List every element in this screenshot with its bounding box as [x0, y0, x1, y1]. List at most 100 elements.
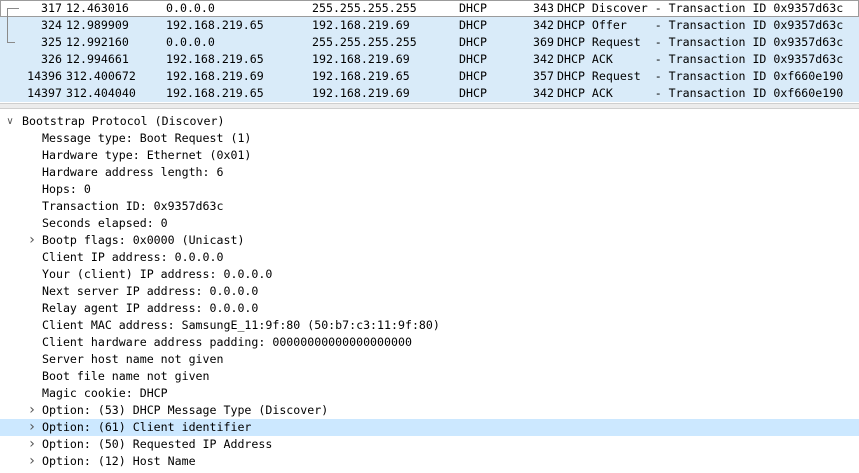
packet-protocol-cell: DHCP — [459, 18, 487, 32]
packet-info-cell: DHCP ACK - Transaction ID 0xf660e190 — [557, 86, 844, 100]
tree-item-field[interactable]: Your (client) IP address: 0.0.0.0 — [0, 266, 859, 283]
packet-number-cell: 324 — [41, 18, 62, 32]
tree-item-field[interactable]: › Option: (12) Host Name — [0, 453, 859, 470]
packet-info-cell: DHCP Request - Transaction ID 0x9357d63c — [557, 35, 844, 49]
packet-destination-cell: 192.168.219.69 — [312, 52, 410, 66]
tree-item-protocol[interactable]: ∨ Bootstrap Protocol (Discover) — [0, 113, 859, 130]
chevron-right-icon[interactable]: › — [26, 419, 38, 436]
pane-splitter[interactable] — [0, 103, 859, 109]
tree-item-label: Option: (53) DHCP Message Type (Discover… — [42, 403, 329, 417]
tree-item-label: Bootstrap Protocol (Discover) — [22, 114, 225, 128]
packet-protocol-cell: DHCP — [459, 1, 487, 15]
packet-source-cell: 192.168.219.69 — [166, 69, 264, 83]
packet-protocol-cell: DHCP — [459, 69, 487, 83]
tree-item-field[interactable]: › Bootp flags: 0x0000 (Unicast) — [0, 232, 859, 249]
packet-info-cell: DHCP Offer - Transaction ID 0x9357d63c — [557, 18, 844, 32]
packet-number-cell: 326 — [41, 52, 62, 66]
packet-source-cell: 192.168.219.65 — [166, 86, 264, 100]
tree-item-label: Message type: Boot Request (1) — [42, 131, 252, 145]
packet-row[interactable]: 14397 312.404040 192.168.219.65 192.168.219… — [0, 85, 859, 102]
tree-item-label: Seconds elapsed: 0 — [42, 216, 168, 230]
packet-list-pane[interactable]: 317 12.463016 0.0.0.0 255.255.255.255 DHCP 34… — [0, 0, 859, 103]
packet-protocol-cell: DHCP — [459, 35, 487, 49]
packet-row[interactable]: 324 12.989909 192.168.219.65 192.168.219.69… — [0, 17, 859, 34]
packet-number-cell: 14397 — [27, 86, 62, 100]
packet-time-cell: 12.992160 — [66, 35, 129, 49]
tree-item-field[interactable]: Client MAC address: SamsungE_11:9f:80 (5… — [0, 317, 859, 334]
packet-row[interactable]: 325 12.992160 0.0.0.0 255.255.255.255 DHCP 36… — [0, 34, 859, 51]
packet-row[interactable]: 14396 312.400672 192.168.219.69 192.168.219… — [0, 68, 859, 85]
conversation-bracket-tick — [7, 8, 19, 9]
packet-destination-cell: 192.168.219.65 — [312, 69, 410, 83]
tree-item-field[interactable]: Hardware type: Ethernet (0x01) — [0, 147, 859, 164]
tree-item-label: Hops: 0 — [42, 182, 91, 196]
tree-item-label: Boot file name not given — [42, 369, 210, 383]
chevron-right-icon[interactable]: › — [26, 402, 38, 419]
tree-item-field[interactable]: Client hardware address padding: 0000000… — [0, 334, 859, 351]
packet-length-cell: 343 — [533, 1, 554, 15]
packet-destination-cell: 192.168.219.69 — [312, 18, 410, 32]
packet-length-cell: 369 — [533, 35, 554, 49]
packet-row[interactable]: 326 12.994661 192.168.219.65 192.168.219.69… — [0, 51, 859, 68]
tree-item-label: Option: (12) Host Name — [42, 454, 196, 468]
packet-row-selected[interactable]: 317 12.463016 0.0.0.0 255.255.255.255 DHCP 34… — [0, 0, 859, 17]
conversation-bracket — [7, 8, 8, 42]
conversation-bracket-tick — [7, 42, 15, 43]
packet-protocol-cell: DHCP — [459, 52, 487, 66]
tree-item-field[interactable]: › Option: (50) Requested IP Address — [0, 436, 859, 453]
tree-item-field[interactable]: Next server IP address: 0.0.0.0 — [0, 283, 859, 300]
tree-item-label: Your (client) IP address: 0.0.0.0 — [42, 267, 273, 281]
tree-item-field[interactable]: Transaction ID: 0x9357d63c — [0, 198, 859, 215]
tree-item-label: Magic cookie: DHCP — [42, 386, 168, 400]
tree-item-field[interactable]: Relay agent IP address: 0.0.0.0 — [0, 300, 859, 317]
tree-item-field[interactable]: Server host name not given — [0, 351, 859, 368]
chevron-right-icon[interactable]: › — [26, 436, 38, 453]
packet-source-cell: 192.168.219.65 — [166, 52, 264, 66]
packet-source-cell: 192.168.219.65 — [166, 18, 264, 32]
tree-item-field[interactable]: Hops: 0 — [0, 181, 859, 198]
tree-item-field[interactable]: Message type: Boot Request (1) — [0, 130, 859, 147]
packet-details-pane[interactable]: ∨ Bootstrap Protocol (Discover) Message ty… — [0, 112, 859, 473]
tree-item-label: Hardware address length: 6 — [42, 165, 224, 179]
packet-length-cell: 342 — [533, 52, 554, 66]
tree-item-label: Option: (61) Client identifier — [42, 420, 252, 434]
tree-item-label: Client MAC address: SamsungE_11:9f:80 (5… — [42, 318, 440, 332]
tree-item-label: Client hardware address padding: 0000000… — [42, 335, 412, 349]
chevron-down-icon[interactable]: ∨ — [4, 113, 16, 130]
packet-length-cell: 342 — [533, 18, 554, 32]
tree-item-label: Bootp flags: 0x0000 (Unicast) — [42, 233, 245, 247]
tree-item-label: Server host name not given — [42, 352, 224, 366]
packet-destination-cell: 255.255.255.255 — [312, 35, 417, 49]
tree-item-label: Client IP address: 0.0.0.0 — [42, 250, 224, 264]
tree-item-field[interactable]: › Option: (61) Client identifier — [0, 419, 859, 436]
tree-item-label: Relay agent IP address: 0.0.0.0 — [42, 301, 259, 315]
packet-length-cell: 357 — [533, 69, 554, 83]
tree-item-label: Transaction ID: 0x9357d63c — [42, 199, 224, 213]
chevron-right-icon[interactable]: › — [26, 453, 38, 470]
packet-protocol-cell: DHCP — [459, 86, 487, 100]
packet-time-cell: 312.400672 — [66, 69, 136, 83]
tree-item-field[interactable]: Boot file name not given — [0, 368, 859, 385]
packet-info-cell: DHCP Discover - Transaction ID 0x9357d63… — [557, 1, 844, 15]
tree-item-field[interactable]: Client IP address: 0.0.0.0 — [0, 249, 859, 266]
tree-item-field[interactable]: Magic cookie: DHCP — [0, 385, 859, 402]
packet-destination-cell: 192.168.219.69 — [312, 86, 410, 100]
packet-destination-cell: 255.255.255.255 — [312, 1, 417, 15]
tree-item-label: Hardware type: Ethernet (0x01) — [42, 148, 252, 162]
packet-length-cell: 342 — [533, 86, 554, 100]
packet-time-cell: 12.989909 — [66, 18, 129, 32]
packet-time-cell: 312.404040 — [66, 86, 136, 100]
tree-item-field[interactable]: Hardware address length: 6 — [0, 164, 859, 181]
packet-source-cell: 0.0.0.0 — [166, 35, 215, 49]
packet-source-cell: 0.0.0.0 — [166, 1, 215, 15]
packet-time-cell: 12.994661 — [66, 52, 129, 66]
packet-info-cell: DHCP Request - Transaction ID 0xf660e190 — [557, 69, 844, 83]
tree-item-label: Option: (50) Requested IP Address — [42, 437, 273, 451]
packet-time-cell: 12.463016 — [66, 1, 129, 15]
tree-item-label: Next server IP address: 0.0.0.0 — [42, 284, 259, 298]
chevron-right-icon[interactable]: › — [26, 232, 38, 249]
packet-info-cell: DHCP ACK - Transaction ID 0x9357d63c — [557, 52, 844, 66]
packet-number-cell: 14396 — [27, 69, 62, 83]
tree-item-field[interactable]: › Option: (53) DHCP Message Type (Discove… — [0, 402, 859, 419]
tree-item-field[interactable]: Seconds elapsed: 0 — [0, 215, 859, 232]
